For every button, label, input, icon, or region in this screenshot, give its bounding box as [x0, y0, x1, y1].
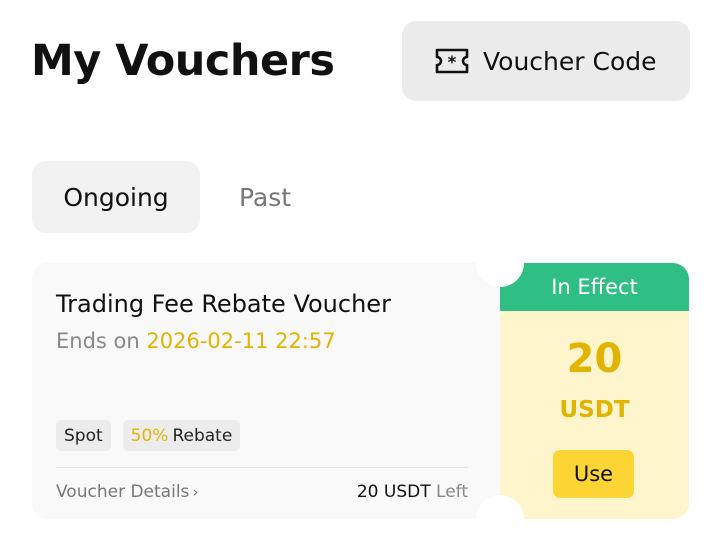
voucher-title: Trading Fee Rebate Voucher: [56, 290, 391, 318]
details-label: Voucher Details: [56, 482, 190, 502]
chevron-right-icon: ›: [192, 483, 199, 501]
status-badge: In Effect: [500, 263, 689, 311]
ticket-notch-top: [476, 239, 524, 287]
expiry-prefix: Ends on: [56, 329, 140, 353]
tab-ongoing[interactable]: Ongoing: [32, 161, 200, 233]
expiry-date: 2026-02-11 22:57: [146, 329, 336, 353]
voucher-info-panel: Trading Fee Rebate Voucher Ends on 2026-…: [32, 263, 500, 519]
remaining-amount: 20 USDT Left: [357, 482, 468, 502]
ticket-icon: *: [434, 47, 470, 75]
voucher-value-panel: In Effect 20 USDT Use: [500, 263, 689, 519]
voucher-details-link[interactable]: Voucher Details ›: [56, 482, 198, 502]
remaining-value: 20 USDT: [356, 482, 431, 502]
tab-past[interactable]: Past: [200, 161, 330, 233]
voucher-expiry: Ends on 2026-02-11 22:57: [56, 329, 336, 353]
svg-text:*: *: [448, 53, 457, 73]
tag-rebate: 50% Rebate: [122, 420, 241, 451]
remaining-suffix: Left: [436, 482, 468, 502]
tag-spot: Spot: [56, 420, 111, 451]
rebate-label: Rebate: [172, 425, 233, 446]
ticket-notch-bottom: [476, 495, 524, 540]
divider: [56, 467, 468, 468]
voucher-code-label: Voucher Code: [483, 46, 657, 76]
page-title: My Vouchers: [31, 36, 335, 86]
use-button[interactable]: Use: [553, 450, 634, 498]
voucher-code-button[interactable]: * Voucher Code: [402, 21, 690, 101]
status-tabs: Ongoing Past: [32, 161, 330, 233]
rebate-percent: 50%: [130, 425, 169, 446]
voucher-amount: 20: [566, 336, 623, 382]
voucher-unit: USDT: [559, 397, 630, 423]
voucher-card: Trading Fee Rebate Voucher Ends on 2026-…: [32, 239, 689, 540]
voucher-tags: Spot 50% Rebate: [56, 420, 241, 451]
